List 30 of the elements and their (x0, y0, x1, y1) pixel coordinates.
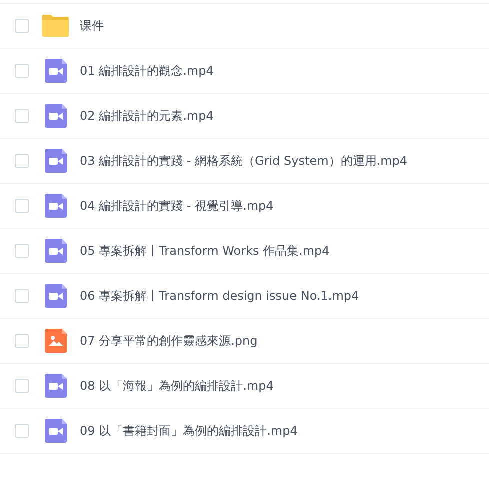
checkbox[interactable] (15, 289, 29, 303)
file-name[interactable]: 01 編排設計的觀念.mp4 (80, 62, 214, 80)
video-file-icon (44, 284, 66, 308)
file-name[interactable]: 03 編排設計的實踐 - 網格系統（Grid System）的運用.mp4 (80, 152, 408, 170)
file-name[interactable]: 08 以「海報」為例的編排設計.mp4 (80, 378, 274, 394)
video-file-icon (44, 239, 66, 263)
video-file-icon (44, 104, 66, 128)
video-file-icon (44, 149, 66, 173)
checkbox[interactable] (15, 379, 29, 393)
checkbox[interactable] (15, 154, 29, 168)
file-name[interactable]: 05 專案拆解丨Transform Works 作品集.mp4 (80, 242, 330, 260)
video-file-icon (44, 194, 66, 218)
video-file-icon (44, 374, 66, 398)
file-name[interactable]: 09 以「書籍封面」為例的編排設計.mp4 (80, 422, 298, 440)
checkbox[interactable] (15, 334, 29, 348)
folder-icon (42, 15, 69, 37)
file-name[interactable]: 课件 (80, 18, 104, 34)
video-file-icon (44, 59, 66, 83)
video-file-icon (44, 419, 66, 443)
checkbox[interactable] (15, 244, 29, 258)
file-name[interactable]: 02 編排設計的元素.mp4 (80, 108, 214, 124)
file-name[interactable]: 07 分享平常的創作靈感來源.png (80, 332, 258, 350)
checkbox[interactable] (15, 64, 29, 78)
checkbox[interactable] (15, 109, 29, 123)
checkbox[interactable] (15, 19, 29, 33)
image-file-icon (44, 329, 66, 353)
file-name[interactable]: 06 專案拆解丨Transform design issue No.1.mp4 (80, 288, 360, 304)
file-name[interactable]: 04 編排設計的實踐 - 視覺引導.mp4 (80, 198, 274, 214)
checkbox[interactable] (15, 424, 29, 438)
checkbox[interactable] (15, 199, 29, 213)
